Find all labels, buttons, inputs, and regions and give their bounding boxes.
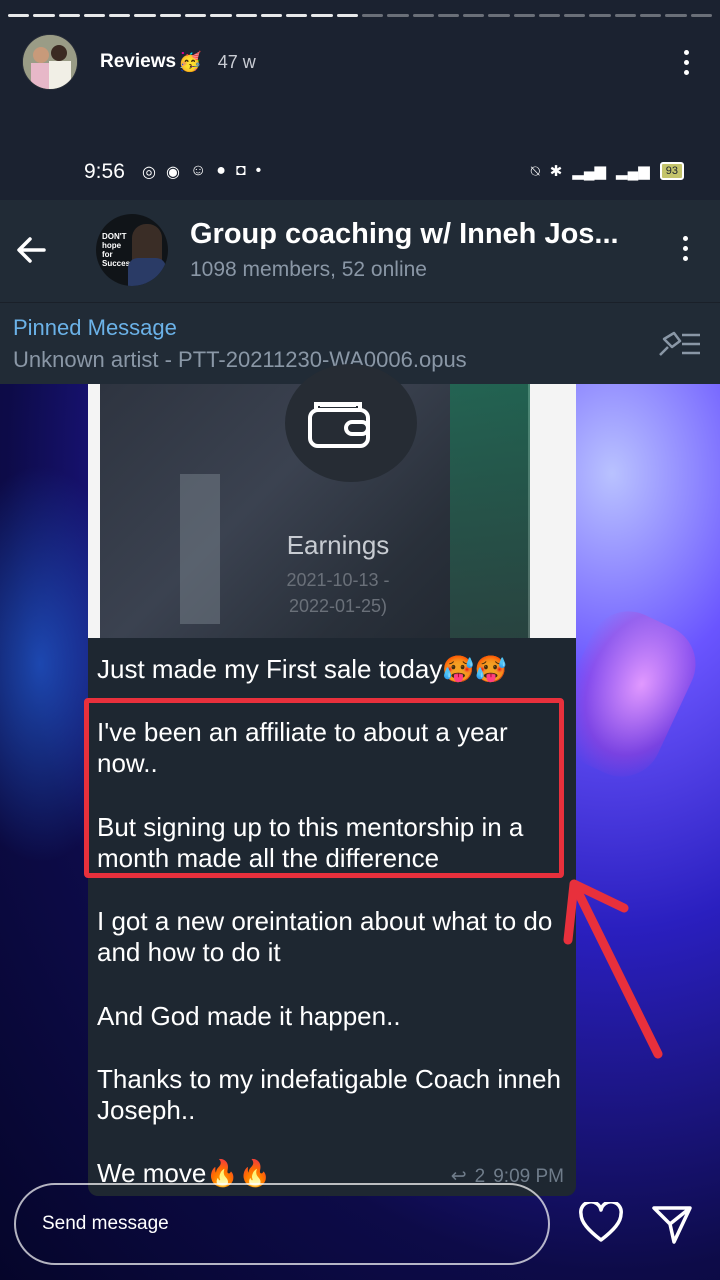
party-emoji: 🥳 xyxy=(178,52,202,73)
group-avatar-text: DON'T hope for Success xyxy=(102,232,135,268)
wallet-icon xyxy=(308,402,370,448)
progress-segment xyxy=(665,14,687,17)
progress-segment xyxy=(614,14,637,17)
earnings-title: Earnings xyxy=(286,530,390,560)
earnings-screenshot[interactable]: Earnings 2021-10-13 - 2022-01-25) xyxy=(88,364,576,638)
signal-icon: ▂▄▆ xyxy=(616,163,650,180)
back-arrow-icon[interactable] xyxy=(14,232,50,268)
progress-segment xyxy=(286,14,308,17)
send-arrow-icon[interactable] xyxy=(650,1202,694,1246)
dot-icon: • xyxy=(255,162,262,179)
progress-segment xyxy=(513,14,535,17)
facebook-icon: ● xyxy=(216,162,226,179)
progress-segment xyxy=(109,14,131,17)
messenger-icon: ◉ xyxy=(165,164,180,181)
chat-menu-icon[interactable] xyxy=(683,236,688,261)
bot-icon: ☺ xyxy=(189,162,207,179)
story-header: Reviews 🥳 47 w xyxy=(22,34,698,90)
progress-segment xyxy=(640,14,662,17)
progress-segment xyxy=(463,14,485,17)
progress-segment xyxy=(690,14,712,17)
progress-segment xyxy=(538,14,561,17)
earnings-date-start: 2021-10-13 - xyxy=(286,570,390,590)
message-thanks: Thanks to my indefatigable Coach inneh J… xyxy=(97,1064,561,1125)
progress-segment xyxy=(488,14,510,17)
progress-segment xyxy=(387,14,409,17)
progress-segment xyxy=(437,14,460,17)
bluetooth-icon: ✱ xyxy=(549,163,563,180)
message-orientation: I got a new oreintation about what to do… xyxy=(97,906,553,967)
heart-icon[interactable] xyxy=(578,1202,624,1244)
story-avatar[interactable] xyxy=(22,34,78,90)
progress-segment xyxy=(184,14,207,17)
progress-segment xyxy=(564,14,586,17)
progress-segment xyxy=(361,14,384,17)
progress-segment xyxy=(311,14,333,17)
message-god: And God made it happen.. xyxy=(97,1001,401,1031)
pinned-text: Unknown artist - PTT-20211230-WA0006.opu… xyxy=(13,347,467,372)
progress-segment xyxy=(412,14,434,17)
pinned-label: Pinned Message xyxy=(13,315,177,340)
progress-segment xyxy=(159,14,181,17)
progress-segment xyxy=(134,14,156,17)
mute-icon: ⍉ xyxy=(530,162,540,180)
progress-segment xyxy=(235,14,257,17)
progress-segment xyxy=(589,14,611,17)
story-username[interactable]: Reviews xyxy=(100,51,176,73)
battery-icon: 93 xyxy=(659,162,684,180)
pin-list-icon[interactable] xyxy=(656,329,702,359)
story-age: 47 w xyxy=(217,51,256,72)
progress-segment xyxy=(33,14,55,17)
group-title[interactable]: Group coaching w/ Inneh Jos... xyxy=(190,218,619,251)
story-progress xyxy=(8,14,712,17)
progress-segment xyxy=(83,14,106,17)
send-message-input[interactable]: Send message xyxy=(14,1183,550,1265)
progress-segment xyxy=(260,14,283,17)
signal-4g-icon: ▂▄▆ xyxy=(572,163,607,180)
red-arrow-annotation xyxy=(563,879,663,1059)
chat-header: DON'T hope for Success Group coaching w/… xyxy=(0,200,720,302)
send-message-placeholder: Send message xyxy=(42,1213,169,1234)
instagram-icon: ◘ xyxy=(235,162,246,179)
progress-segment xyxy=(58,14,80,17)
progress-segment xyxy=(210,14,232,17)
more-options-icon[interactable] xyxy=(674,49,698,75)
progress-segment xyxy=(8,14,30,17)
progress-segment xyxy=(336,14,358,17)
status-time: 9:56 xyxy=(84,160,125,183)
earnings-date-end: 2022-01-25) xyxy=(288,596,388,616)
highlight-box xyxy=(84,698,564,878)
group-members: 1098 members, 52 online xyxy=(190,258,427,281)
status-bar: 9:56 ◎ ◉ ☺ ● ◘ • ⍉ ✱ ▂▄▆ ▂▄▆ 93 xyxy=(0,150,720,194)
whatsapp-icon: ◎ xyxy=(142,164,156,181)
group-avatar[interactable]: DON'T hope for Success xyxy=(96,214,168,286)
message-line-first-sale: Just made my First sale today🥵🥵 xyxy=(97,654,508,684)
